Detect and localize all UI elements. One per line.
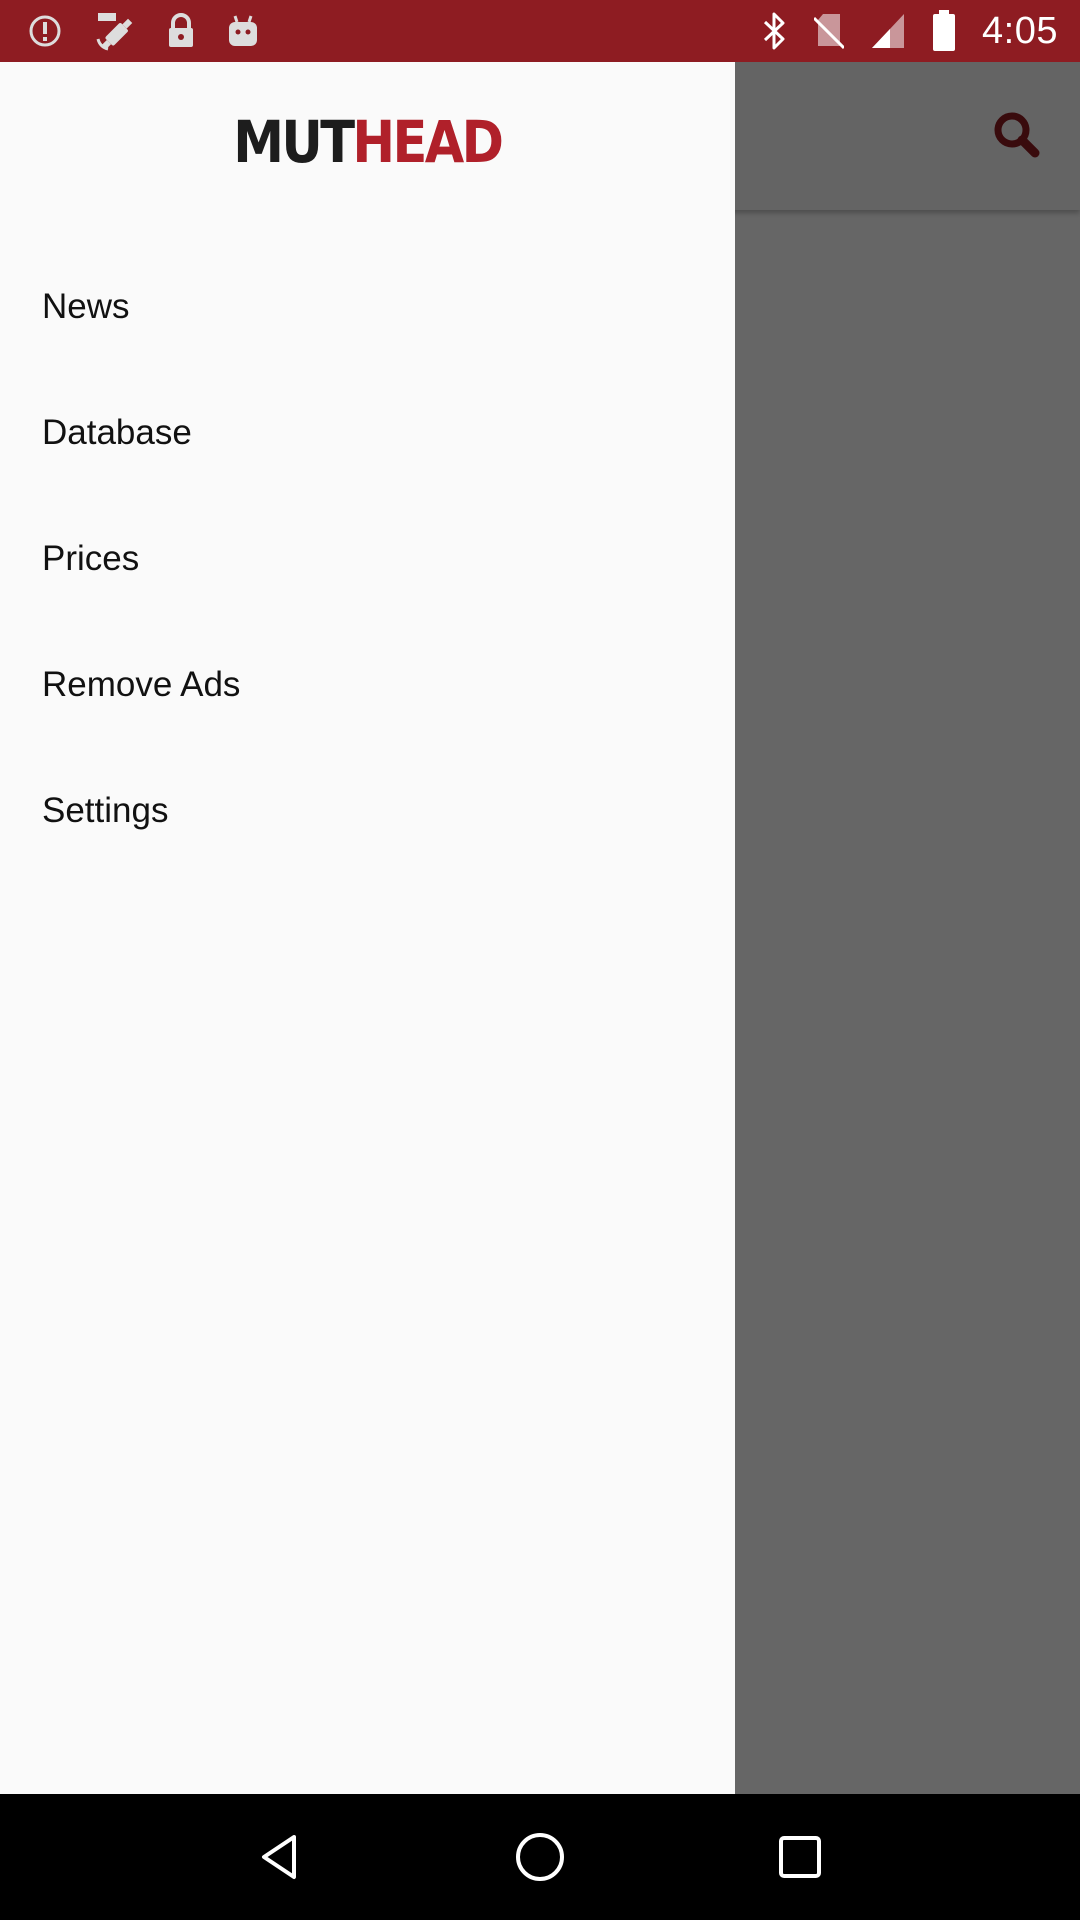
navigation-drawer: MUTHEAD News Database Prices Remove Ads … — [0, 62, 735, 1794]
recents-icon — [779, 1836, 821, 1878]
menu-item-remove-ads[interactable]: Remove Ads — [0, 622, 735, 748]
menu-item-news[interactable]: News — [0, 244, 735, 370]
status-right-icons: 4:05 — [762, 10, 1058, 53]
status-bar: 4:05 — [0, 0, 1080, 62]
menu-item-database[interactable]: Database — [0, 370, 735, 496]
signal-icon — [870, 12, 906, 50]
home-icon — [516, 1833, 564, 1881]
status-time: 4:05 — [982, 9, 1058, 52]
logo-part-head: HEAD — [352, 108, 505, 176]
muthead-logo: MUTHEAD — [233, 113, 504, 171]
drawer-menu: News Database Prices Remove Ads Settings — [0, 222, 735, 874]
menu-item-label: Remove Ads — [42, 665, 241, 704]
menu-item-settings[interactable]: Settings — [0, 748, 735, 874]
menu-item-label: Database — [42, 413, 192, 452]
system-nav-bar — [0, 1794, 1080, 1920]
fake-gps-icon — [92, 9, 136, 53]
alert-icon — [28, 14, 62, 48]
drawer-header: MUTHEAD — [0, 62, 735, 222]
battery-icon — [932, 10, 956, 52]
back-icon — [262, 1835, 296, 1879]
back-button[interactable] — [240, 1817, 320, 1897]
home-button[interactable] — [500, 1817, 580, 1897]
menu-item-label: Prices — [42, 539, 140, 578]
recents-button[interactable] — [760, 1817, 840, 1897]
menu-item-label: News — [42, 287, 130, 326]
menu-item-label: Settings — [42, 791, 169, 830]
status-left-icons — [28, 9, 260, 53]
lock-icon — [166, 13, 196, 49]
bluetooth-icon — [762, 11, 788, 51]
no-sim-icon — [814, 12, 845, 50]
screen: 4:05 d. MUTHEAD News Database Prices Rem… — [0, 0, 1080, 1920]
android-icon — [226, 14, 260, 48]
menu-item-prices[interactable]: Prices — [0, 496, 735, 622]
logo-part-mut: MUT — [233, 108, 355, 176]
